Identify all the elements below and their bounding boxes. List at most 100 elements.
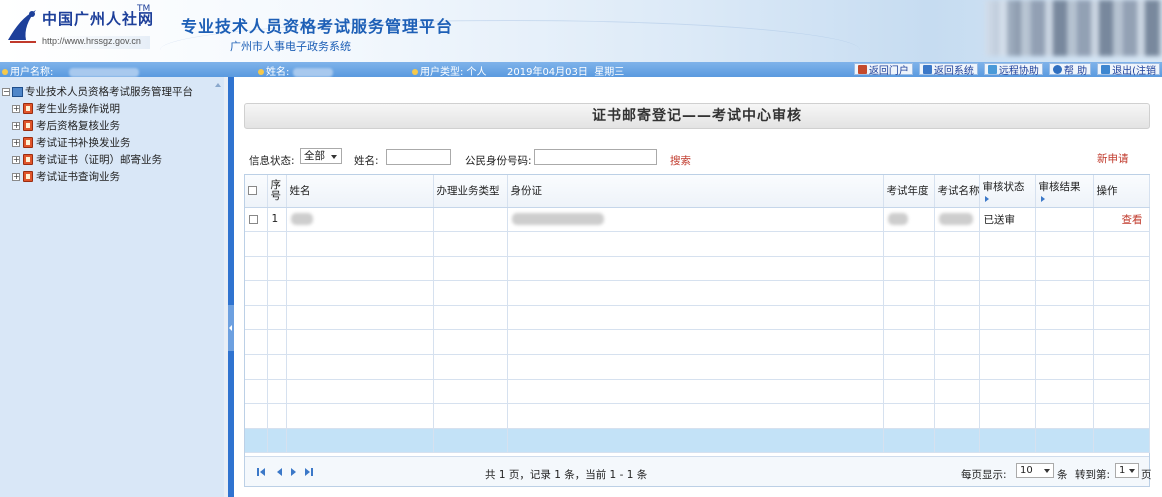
goto-unit: 页 — [1141, 469, 1152, 481]
tree-root[interactable]: − 专业技术人员资格考试服务管理平台 — [2, 84, 193, 99]
book-icon — [23, 154, 33, 165]
last-page-icon[interactable] — [305, 468, 310, 476]
next-page-icon[interactable] — [291, 468, 296, 476]
col-year: 考试年度 — [883, 175, 935, 208]
sidebar-item-certificate-reissue[interactable]: + 考试证书补换发业务 — [12, 135, 131, 150]
book-icon — [23, 171, 33, 182]
select-all-checkbox[interactable] — [248, 186, 257, 196]
sidebar-scrollbar[interactable] — [212, 77, 224, 497]
sidebar-item-instructions[interactable]: + 考生业务操作说明 — [12, 101, 120, 116]
sort-icon[interactable] — [984, 196, 989, 203]
sidebar-item-review[interactable]: + 考后资格复核业务 — [12, 118, 120, 133]
name-input[interactable] — [386, 149, 451, 165]
filter-bar: 信息状态: 全部 姓名: 公民身份号码: 搜索 新申请 — [244, 145, 1150, 171]
logo-url[interactable]: http://www.hrssgz.gov.cn — [40, 36, 150, 49]
table-row — [245, 280, 1150, 306]
redacted-exam-name — [938, 213, 973, 226]
table-row[interactable]: 1 已送审 查看 — [245, 207, 1150, 232]
row-year — [883, 207, 935, 232]
id-label: 公民身份号码: — [465, 155, 532, 167]
row-review-status: 已送审 — [979, 207, 1036, 232]
id-number-input[interactable] — [534, 149, 657, 165]
row-name — [286, 207, 434, 232]
expand-icon[interactable]: + — [12, 121, 20, 130]
col-review-status[interactable]: 审核状态 — [979, 175, 1036, 208]
logo-runner-icon — [8, 10, 36, 43]
per-page-label: 每页显示: — [961, 469, 1007, 481]
view-link[interactable]: 查看 — [1122, 214, 1143, 226]
header-photo — [985, 0, 1162, 56]
table-row — [245, 329, 1150, 355]
name-label: 姓名: — [354, 155, 379, 167]
chevron-down-icon — [1044, 469, 1050, 473]
help-icon — [1052, 64, 1062, 74]
status-select[interactable]: 全部 — [300, 148, 342, 164]
collapse-icon[interactable]: − — [2, 87, 10, 96]
col-biz-type: 办理业务类型 — [433, 175, 508, 208]
expand-icon[interactable]: + — [12, 138, 20, 147]
top-nav: 返回门户 返回系统 远程协助 帮 助 退出(注销 — [853, 63, 1160, 77]
exit-icon — [1101, 64, 1111, 74]
search-button[interactable]: 搜索 — [670, 153, 691, 168]
logout-button[interactable]: 退出(注销 — [1097, 63, 1160, 77]
pager-summary: 共 1 页，记录 1 条，当前 1 - 1 条 — [485, 469, 648, 481]
chevron-down-icon — [331, 155, 337, 159]
collapse-left-icon[interactable] — [229, 325, 232, 331]
chevron-down-icon — [1129, 469, 1135, 473]
bullet-icon — [258, 69, 264, 75]
sidebar-item-certificate-query[interactable]: + 考试证书查询业务 — [12, 169, 120, 184]
redacted-name — [292, 67, 333, 77]
monitor-icon — [922, 64, 932, 74]
real-name-field: 姓名: — [258, 63, 333, 78]
book-icon — [23, 120, 33, 131]
table-row — [245, 379, 1150, 404]
page-title: 证书邮寄登记——考试中心审核 — [244, 103, 1150, 129]
goto-page-select[interactable]: 1 — [1115, 463, 1139, 478]
bullet-icon — [412, 69, 418, 75]
col-index: 序号 — [267, 175, 287, 208]
computer-icon — [12, 86, 23, 97]
expand-icon[interactable]: + — [12, 172, 20, 181]
main-content: 证书邮寄登记——考试中心审核 信息状态: 全部 姓名: 公民身份号码: 搜索 新… — [234, 77, 1162, 497]
table-row — [245, 354, 1150, 380]
row-biz-type — [433, 207, 508, 232]
scroll-up-icon[interactable] — [215, 83, 221, 87]
user-name-field: 用户名称: — [2, 63, 139, 78]
logo-trademark: TM — [137, 4, 151, 14]
records-grid: 序号 姓名 办理业务类型 身份证 考试年度 考试名称 审核状态 审核结果 操作 … — [244, 174, 1152, 487]
new-request-link[interactable]: 新申请 — [1097, 151, 1129, 166]
date-field: 2019年04月03日 星期三 — [507, 67, 625, 78]
back-to-portal-button[interactable]: 返回门户 — [853, 63, 913, 77]
help-button[interactable]: 帮 助 — [1048, 63, 1092, 77]
user-info-bar: 用户名称: 姓名: 用户类型: 个人 2019年04月03日 星期三 返回门户 … — [0, 62, 1162, 78]
col-review-result[interactable]: 审核结果 — [1035, 175, 1094, 208]
sidebar-tree: − 专业技术人员资格考试服务管理平台 + 考生业务操作说明 + 考后资格复核业务… — [0, 77, 212, 497]
per-page-unit: 条 — [1057, 469, 1068, 481]
col-id-card: 身份证 — [507, 175, 884, 208]
row-checkbox[interactable] — [249, 214, 258, 224]
col-action: 操作 — [1093, 175, 1150, 208]
first-page-icon[interactable] — [260, 468, 265, 476]
table-header-row: 序号 姓名 办理业务类型 身份证 考试年度 考试名称 审核状态 审核结果 操作 — [245, 175, 1150, 208]
table-row — [245, 256, 1150, 281]
back-to-system-button[interactable]: 返回系统 — [918, 63, 978, 77]
row-review-result — [1035, 207, 1094, 232]
bullet-icon — [2, 69, 8, 75]
sidebar-item-certificate-mail[interactable]: + 考试证书（证明）邮寄业务 — [12, 152, 162, 167]
row-select-cell — [245, 207, 268, 232]
redacted-name — [290, 213, 313, 226]
table-row — [245, 231, 1150, 257]
prev-page-icon[interactable] — [277, 468, 282, 476]
header-banner: 中国广州人社网 TM http://www.hrssgz.gov.cn 专业技术… — [0, 0, 1162, 62]
expand-icon[interactable]: + — [12, 155, 20, 164]
expand-icon[interactable]: + — [12, 104, 20, 113]
redacted-username — [68, 67, 139, 77]
records-table: 序号 姓名 办理业务类型 身份证 考试年度 考试名称 审核状态 审核结果 操作 … — [245, 175, 1150, 453]
table-row — [245, 305, 1150, 330]
per-page-select[interactable]: 10 — [1016, 463, 1054, 478]
remote-assist-button[interactable]: 远程协助 — [983, 63, 1043, 77]
row-index: 1 — [267, 207, 287, 232]
pager: 共 1 页，记录 1 条，当前 1 - 1 条 每页显示: 10 条 转到第: … — [245, 456, 1152, 486]
site-title: 专业技术人员资格考试服务管理平台 — [181, 17, 454, 36]
sort-icon[interactable] — [1040, 196, 1045, 203]
